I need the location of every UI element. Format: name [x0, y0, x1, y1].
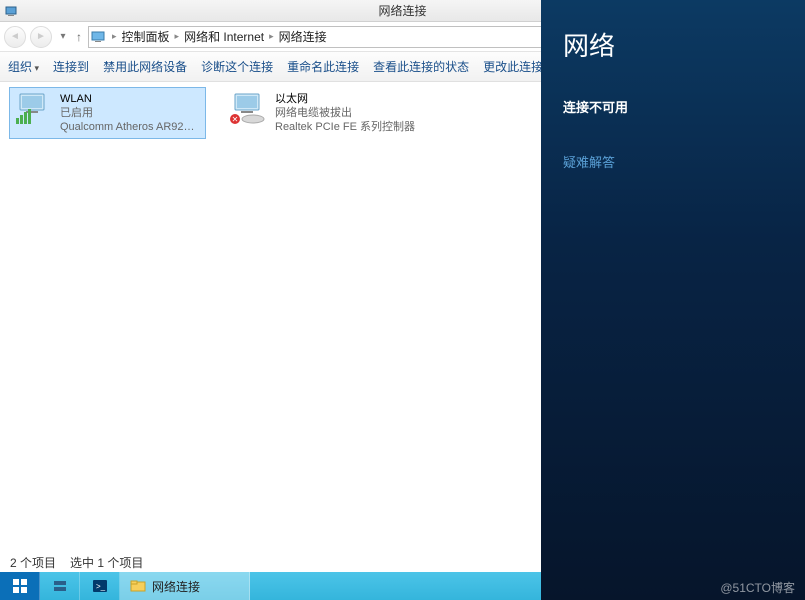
connection-item-wlan[interactable]: WLAN 已启用 Qualcomm Atheros AR9285 80... [10, 88, 205, 138]
nav-history-dropdown[interactable]: ▾ [56, 26, 70, 48]
watermark-text: @51CTO博客 [720, 579, 795, 596]
item-count-label: 2 个项目 [10, 554, 56, 571]
nav-forward-button[interactable]: ► [30, 26, 52, 48]
breadcrumb-item-network-internet[interactable]: 网络和 Internet [182, 28, 266, 45]
taskbar-task-network-connections[interactable]: 网络连接 [120, 572, 250, 600]
disable-device-button[interactable]: 禁用此网络设备 [103, 58, 187, 75]
diagnose-button[interactable]: 诊断这个连接 [201, 58, 273, 75]
chevron-right-icon: ▸ [172, 31, 183, 42]
flyout-troubleshoot-link[interactable]: 疑难解答 [563, 152, 783, 171]
taskbar-powershell-button[interactable]: >_ [80, 572, 120, 600]
organize-menu-button[interactable]: 组织 [8, 58, 39, 75]
folder-icon [130, 578, 146, 594]
breadcrumb-item-network-connections[interactable]: 网络连接 [277, 28, 329, 45]
start-button[interactable] [0, 572, 40, 600]
connection-status: 网络电缆被拔出 [275, 106, 415, 120]
taskbar-task-label: 网络连接 [152, 578, 200, 595]
nav-back-button[interactable]: ◄ [4, 26, 26, 48]
window-icon [4, 3, 20, 19]
rename-button[interactable]: 重命名此连接 [287, 58, 359, 75]
connection-device: Realtek PCIe FE 系列控制器 [275, 120, 415, 134]
ethernet-adapter-icon: ✕ [229, 92, 269, 128]
connection-item-ethernet[interactable]: ✕ 以太网 网络电缆被拔出 Realtek PCIe FE 系列控制器 [225, 88, 420, 138]
chevron-right-icon: ▸ [266, 31, 277, 42]
wifi-adapter-icon [14, 92, 54, 128]
flyout-status-text: 连接不可用 [563, 97, 783, 116]
view-status-button[interactable]: 查看此连接的状态 [373, 58, 469, 75]
svg-text:>_: >_ [96, 582, 106, 591]
nav-up-button[interactable]: ↑ [74, 30, 84, 44]
connect-to-button[interactable]: 连接到 [53, 58, 89, 75]
connection-name: WLAN [60, 92, 200, 106]
breadcrumb-item-control-panel[interactable]: 控制面板 [120, 28, 172, 45]
selection-count-label: 选中 1 个项目 [70, 554, 143, 571]
network-flyout-panel: 网络 连接不可用 疑难解答 [541, 0, 805, 600]
control-panel-icon [91, 29, 107, 45]
connection-device: Qualcomm Atheros AR9285 80... [60, 120, 200, 134]
taskbar-server-manager-button[interactable] [40, 572, 80, 600]
svg-text:✕: ✕ [232, 115, 239, 124]
connection-status: 已启用 [60, 106, 200, 120]
flyout-heading: 网络 [563, 26, 783, 63]
chevron-right-icon: ▸ [109, 31, 120, 42]
connection-name: 以太网 [275, 92, 415, 106]
